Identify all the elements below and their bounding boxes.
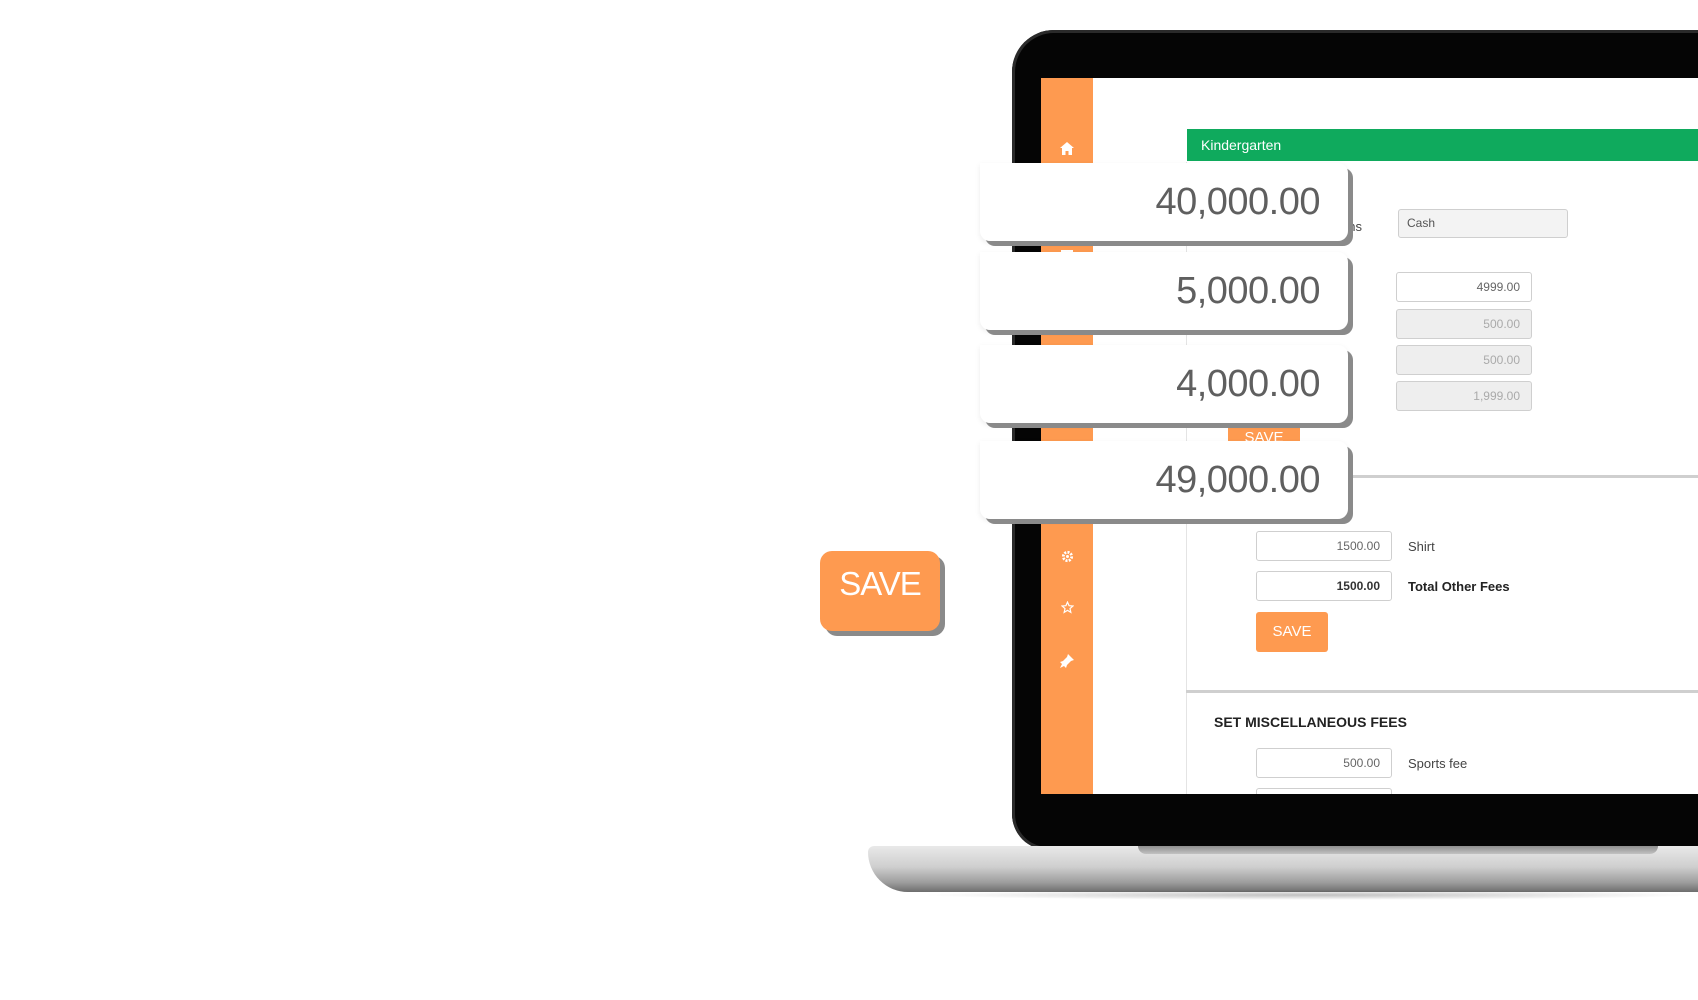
payment-method-select[interactable]: Cash <box>1398 209 1568 238</box>
gear-icon[interactable] <box>1041 549 1093 569</box>
section-divider-2 <box>1186 690 1698 693</box>
home-icon[interactable] <box>1041 141 1093 161</box>
star-icon[interactable] <box>1041 600 1093 620</box>
tuition-input-2: 500.00 <box>1396 309 1532 339</box>
shirt-fee-label: Shirt <box>1408 539 1435 554</box>
pin-icon[interactable] <box>1041 653 1093 675</box>
laptop-shadow <box>920 890 1698 900</box>
section-divider <box>1346 475 1698 478</box>
other-fees-save-button[interactable]: SAVE <box>1256 612 1328 652</box>
save-callout-button[interactable]: SAVE <box>820 551 940 631</box>
grade-header: Kindergarten <box>1187 129 1698 161</box>
tuition-input-1[interactable]: 4999.00 <box>1396 272 1532 302</box>
tuition-input-4: 1,999.00 <box>1396 381 1532 411</box>
amount-callout-3: 4,000.00 <box>980 345 1348 423</box>
laptop-notch <box>1138 846 1658 854</box>
misc-fees-heading: SET MISCELLANEOUS FEES <box>1214 714 1407 730</box>
shirt-fee-input[interactable]: 1500.00 <box>1256 531 1392 561</box>
sports-fee-label: Sports fee <box>1408 756 1468 771</box>
misc-fee-input-2[interactable] <box>1256 788 1392 794</box>
amount-callout-1: 40,000.00 <box>980 163 1348 241</box>
tuition-input-3: 500.00 <box>1396 345 1532 375</box>
total-other-fees-input: 1500.00 <box>1256 571 1392 601</box>
amount-callout-2: 5,000.00 <box>980 252 1348 330</box>
total-other-fees-label: Total Other Fees <box>1408 579 1510 594</box>
sports-fee-input[interactable]: 500.00 <box>1256 748 1392 778</box>
amount-callout-total: 49,000.00 <box>980 441 1348 519</box>
